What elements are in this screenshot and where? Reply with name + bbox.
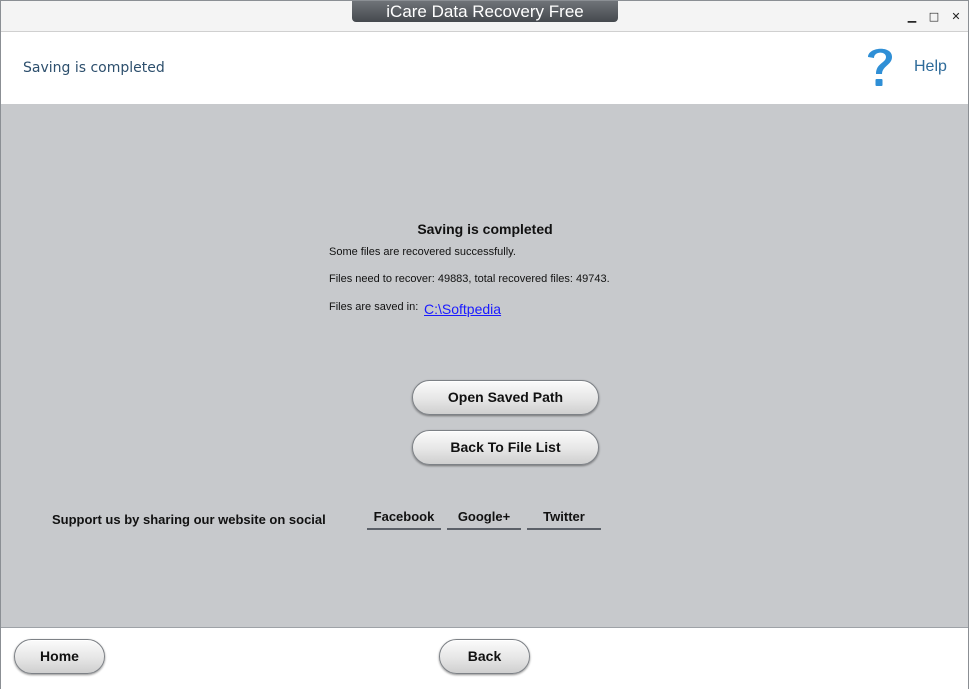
question-mark-icon[interactable]	[863, 44, 897, 90]
result-message: Some files are recovered successfully.	[329, 246, 516, 258]
saved-location-label: Files are saved in:	[329, 301, 419, 313]
footer-bar: Home Back	[1, 627, 968, 689]
recovery-counts: Files need to recover: 49883, total reco…	[329, 273, 610, 285]
maximize-button[interactable]: □	[928, 11, 940, 23]
close-button[interactable]: ✕	[950, 11, 962, 23]
window-title: iCare Data Recovery Free	[352, 1, 618, 22]
saved-path-link[interactable]: C:\Softpedia	[424, 301, 501, 317]
header-bar: Saving is completed Help	[1, 31, 968, 105]
window-controls: ▁ □ ✕	[906, 11, 962, 23]
page-title: Saving is completed	[23, 60, 165, 76]
title-bar[interactable]: iCare Data Recovery Free ▁ □ ✕	[1, 1, 968, 31]
minimize-button[interactable]: ▁	[906, 11, 918, 23]
open-saved-path-button[interactable]: Open Saved Path	[412, 380, 599, 415]
help-link[interactable]: Help	[914, 58, 947, 76]
result-title: Saving is completed	[417, 221, 553, 237]
twitter-link[interactable]: Twitter	[527, 509, 601, 530]
back-button[interactable]: Back	[439, 639, 530, 674]
facebook-link[interactable]: Facebook	[367, 509, 441, 530]
app-window: iCare Data Recovery Free ▁ □ ✕ Saving is…	[0, 0, 969, 689]
result-panel: Saving is completed Some files are recov…	[1, 104, 968, 627]
back-to-file-list-button[interactable]: Back To File List	[412, 430, 599, 465]
home-button[interactable]: Home	[14, 639, 105, 674]
social-share-label: Support us by sharing our website on soc…	[52, 512, 326, 527]
googleplus-link[interactable]: Google+	[447, 509, 521, 530]
